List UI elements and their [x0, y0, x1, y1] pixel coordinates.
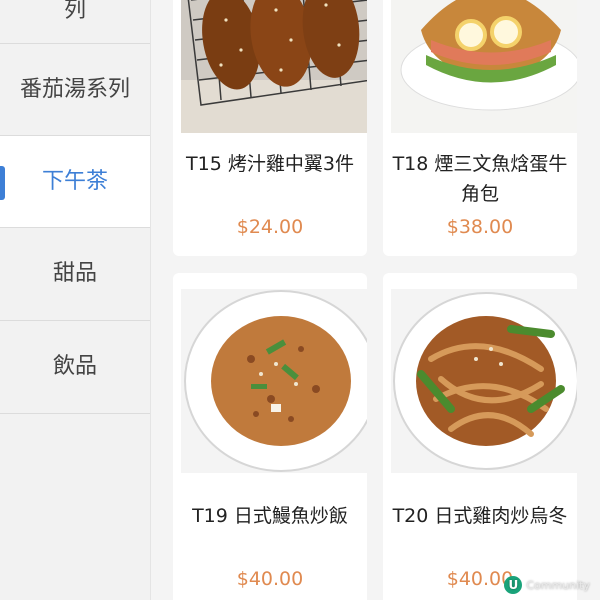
product-card-t20[interactable]: T20 日式雞肉炒烏冬 $40.00 [383, 273, 577, 600]
product-card-t18[interactable]: T18 煙三文魚焓蛋牛角包 $38.00 [383, 0, 577, 256]
sidebar-item-label: 甜品 [52, 261, 97, 286]
category-sidebar: 列 番茄湯系列 下午茶 甜品 飲品 [0, 0, 150, 600]
sidebar-item-label: 飲品 [52, 354, 97, 379]
watermark-text: Community [526, 578, 590, 592]
chicken-udon-image [391, 289, 577, 473]
sidebar-item-label: 列 [63, 0, 86, 23]
product-title: T20 日式雞肉炒烏冬 [392, 505, 568, 527]
product-title: T19 日式鰻魚炒飯 [192, 505, 348, 527]
product-price: $40.00 [236, 568, 304, 590]
product-price: $24.00 [236, 216, 304, 238]
salmon-croissant-image [391, 0, 577, 133]
product-price: $38.00 [446, 216, 514, 238]
product-title: T15 烤汁雞中翼3件 [186, 153, 354, 175]
product-title: T18 煙三文魚焓蛋牛角包 [392, 153, 568, 205]
chicken-wings-image [181, 0, 367, 133]
selected-indicator [0, 166, 5, 200]
eel-fried-rice-image [181, 289, 367, 473]
product-card-t15[interactable]: T15 烤汁雞中翼3件 $24.00 [173, 0, 367, 256]
sidebar-item-tomato-soup-tail[interactable]: 列 [0, 0, 150, 44]
sidebar-item-label: 下午茶 [41, 168, 108, 194]
sidebar-item-label: 番茄湯系列 [19, 76, 130, 102]
scrollbar[interactable] [582, 0, 600, 600]
sidebar-item-afternoon-tea[interactable]: 下午茶 [0, 136, 150, 228]
sidebar-item-desserts[interactable]: 甜品 [0, 228, 150, 321]
sidebar-item-tomato-soup-series[interactable]: 番茄湯系列 [0, 44, 150, 136]
sidebar-item-drinks[interactable]: 飲品 [0, 321, 150, 414]
community-logo-icon: U [504, 576, 523, 594]
watermark: U Community [504, 576, 590, 594]
product-card-t19[interactable]: T19 日式鰻魚炒飯 $40.00 [173, 273, 367, 600]
